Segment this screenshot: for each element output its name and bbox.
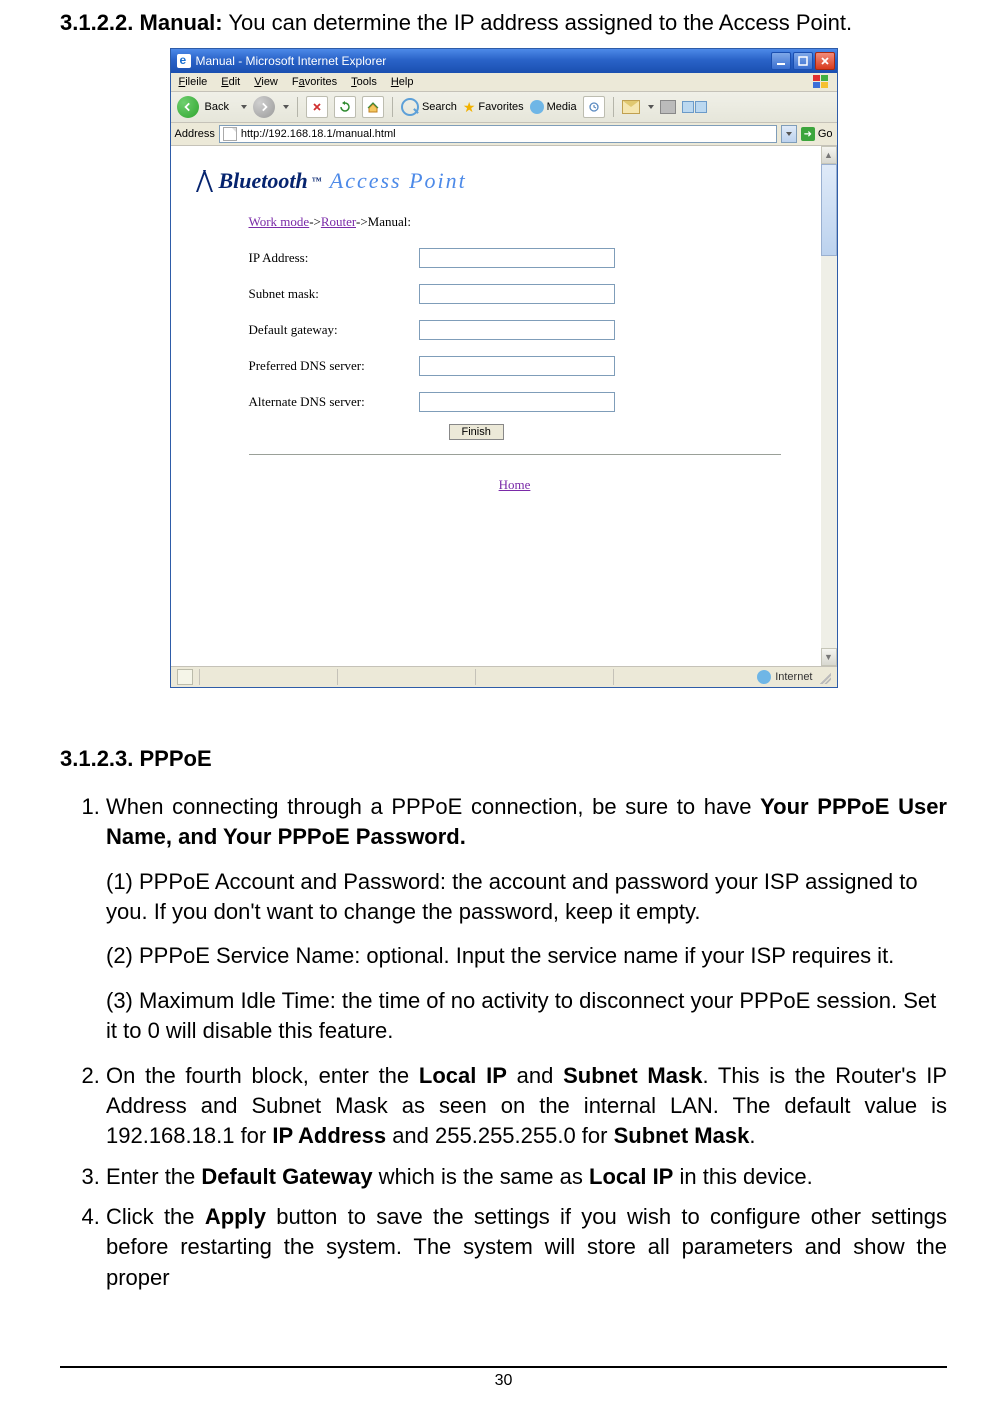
brand-subtitle: Access Point — [330, 168, 467, 194]
gateway-input[interactable] — [419, 320, 615, 340]
page-footer: 30 — [0, 1366, 1007, 1390]
dns2-label: Alternate DNS server: — [249, 394, 419, 410]
dns1-label: Preferred DNS server: — [249, 358, 419, 374]
internet-zone-icon — [757, 670, 771, 684]
back-dropdown-icon[interactable] — [241, 105, 247, 109]
finish-button[interactable]: Finish — [449, 424, 504, 440]
list-item: Click the Apply button to save the setti… — [106, 1202, 947, 1293]
ordered-list: On the fourth block, enter the Local IP … — [60, 1061, 947, 1294]
favorites-button[interactable]: ★ Favorites — [463, 99, 524, 116]
stop-button[interactable] — [306, 96, 328, 118]
scroll-thumb[interactable] — [821, 164, 837, 256]
status-done-icon — [177, 669, 193, 685]
search-label: Search — [422, 101, 457, 113]
address-label: Address — [175, 128, 215, 140]
bluetooth-icon — [197, 170, 215, 192]
media-icon — [530, 100, 544, 114]
ie-window: Manual - Microsoft Internet Explorer Fil… — [170, 48, 838, 688]
ip-input[interactable] — [419, 248, 615, 268]
address-field[interactable]: http://192.168.18.1/manual.html — [219, 125, 777, 143]
separator — [613, 97, 614, 117]
heading-label: 3.1.2.2. Manual: — [60, 10, 223, 35]
separator — [297, 97, 298, 117]
scroll-down-button[interactable]: ▼ — [821, 648, 837, 666]
paragraph: (3) Maximum Idle Time: the time of no ac… — [106, 986, 947, 1047]
ordered-list: When connecting through a PPPoE connecti… — [60, 792, 947, 853]
mail-button[interactable] — [622, 100, 640, 114]
windows-flag-icon — [813, 75, 829, 89]
breadcrumb-current: Manual: — [368, 214, 411, 229]
list-item: On the fourth block, enter the Local IP … — [106, 1061, 947, 1152]
mail-dropdown-icon[interactable] — [648, 105, 654, 109]
maximize-button[interactable] — [793, 52, 813, 70]
forward-dropdown-icon[interactable] — [283, 105, 289, 109]
resize-grip-icon — [817, 670, 831, 684]
window-titlebar: Manual - Microsoft Internet Explorer — [171, 49, 837, 73]
forward-button[interactable] — [253, 96, 275, 118]
paragraph: (2) PPPoE Service Name: optional. Input … — [106, 941, 947, 971]
page-logo: Bluetooth™ Access Point — [171, 146, 821, 204]
statusbar: Internet — [171, 666, 837, 687]
menu-file[interactable]: Fileiledocument.currentScript.previousEl… — [179, 76, 208, 88]
window-title: Manual - Microsoft Internet Explorer — [196, 54, 387, 68]
page-number: 30 — [495, 1372, 513, 1389]
scroll-up-button[interactable]: ▲ — [821, 146, 837, 164]
refresh-button[interactable] — [334, 96, 356, 118]
list-item: When connecting through a PPPoE connecti… — [106, 792, 947, 853]
media-button[interactable]: Media — [530, 100, 577, 114]
close-button[interactable] — [815, 52, 835, 70]
go-label: Go — [818, 128, 833, 140]
menu-favorites[interactable]: Favorites — [292, 76, 337, 88]
back-label: Back — [205, 101, 229, 113]
scrollbar[interactable]: ▲ ▼ — [821, 146, 837, 666]
ie-icon — [177, 54, 191, 68]
home-button[interactable] — [362, 96, 384, 118]
menu-help[interactable]: Help — [391, 76, 414, 88]
section-heading: 3.1.2.2. Manual: You can determine the I… — [60, 10, 947, 36]
gateway-label: Default gateway: — [249, 322, 419, 338]
dns1-input[interactable] — [419, 356, 615, 376]
addressbar: Address http://192.168.18.1/manual.html … — [171, 123, 837, 146]
menu-view[interactable]: View — [254, 76, 278, 88]
menubar: Fileiledocument.currentScript.previousEl… — [171, 73, 837, 92]
ip-label: IP Address: — [249, 250, 419, 266]
status-zone: Internet — [775, 671, 812, 683]
breadcrumb-router[interactable]: Router — [321, 214, 356, 229]
search-icon — [401, 98, 419, 116]
edit-button[interactable] — [682, 101, 707, 113]
print-button[interactable] — [660, 100, 676, 114]
list-item: Enter the Default Gateway which is the s… — [106, 1162, 947, 1192]
browser-viewport: Bluetooth™ Access Point Work mode->Route… — [171, 146, 837, 666]
star-icon: ★ — [463, 99, 476, 116]
divider — [249, 454, 781, 455]
address-value: http://192.168.18.1/manual.html — [241, 128, 773, 140]
minimize-button[interactable] — [771, 52, 791, 70]
menu-edit[interactable]: Edit — [221, 76, 240, 88]
menu-tools[interactable]: Tools — [351, 76, 377, 88]
paragraph: (1) PPPoE Account and Password: the acco… — [106, 867, 947, 928]
brand-text: Bluetooth — [219, 168, 308, 194]
dns2-input[interactable] — [419, 392, 615, 412]
history-button[interactable] — [583, 96, 605, 118]
separator — [392, 97, 393, 117]
breadcrumb: Work mode->Router->Manual: — [249, 204, 781, 244]
go-button[interactable]: ➜ Go — [801, 127, 833, 141]
page-icon — [223, 127, 237, 141]
address-dropdown-button[interactable] — [781, 125, 797, 143]
toolbar: Back Search ★ Favorites Media — [171, 92, 837, 123]
breadcrumb-workmode[interactable]: Work mode — [249, 214, 310, 229]
favorites-label: Favorites — [478, 101, 523, 113]
search-button[interactable]: Search — [401, 98, 457, 116]
back-button[interactable] — [177, 96, 199, 118]
home-link[interactable]: Home — [499, 477, 531, 492]
go-arrow-icon: ➜ — [801, 127, 815, 141]
heading-text: You can determine the IP address assigne… — [223, 10, 852, 35]
media-label: Media — [547, 101, 577, 113]
subnet-input[interactable] — [419, 284, 615, 304]
subsection-heading: 3.1.2.3. PPPoE — [60, 746, 947, 772]
subnet-label: Subnet mask: — [249, 286, 419, 302]
